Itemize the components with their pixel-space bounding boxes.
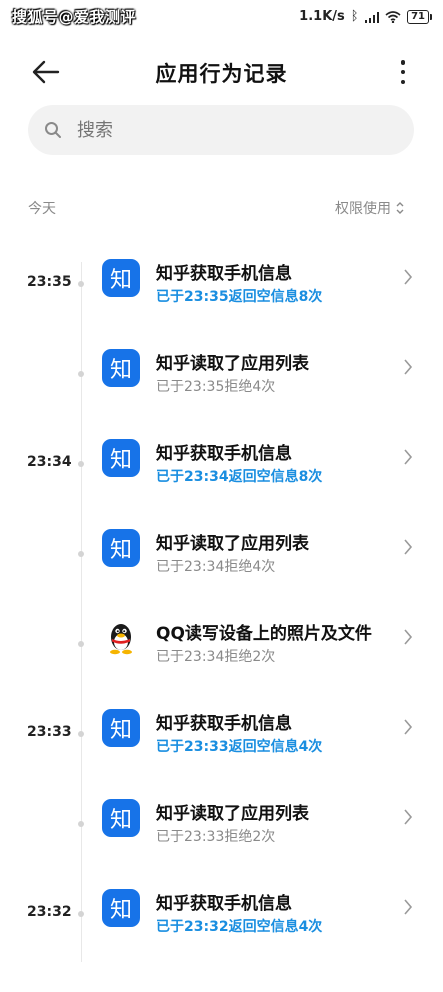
record-time: 23:32 — [27, 904, 72, 920]
record-time: 23:34 — [27, 454, 72, 470]
record-title: 知乎读取了应用列表 — [156, 354, 309, 374]
record-title: 知乎获取手机信息 — [156, 894, 292, 914]
record-time: 23:33 — [27, 724, 72, 740]
status-indicators: 1.1K/s ᛒ 71 — [299, 9, 432, 24]
zhihu-app-icon: 知 — [102, 799, 140, 837]
record-title: 知乎读取了应用列表 — [156, 804, 309, 824]
watermark: 搜狐号@爱我测评 — [12, 8, 137, 26]
section-date-label: 今天 — [28, 201, 56, 217]
chevron-right-icon — [404, 629, 413, 645]
zhihu-app-icon: 知 — [102, 709, 140, 747]
timeline-dot — [78, 281, 84, 287]
timeline-dot — [78, 731, 84, 737]
record-detail: 已于23:35返回空信息8次 — [156, 289, 323, 305]
record-title: 知乎获取手机信息 — [156, 444, 292, 464]
timeline-dot — [78, 551, 84, 557]
chevron-right-icon — [404, 809, 413, 825]
record-detail: 已于23:32返回空信息4次 — [156, 919, 323, 935]
timeline-dot — [78, 911, 84, 917]
page-title: 应用行为记录 — [155, 62, 288, 86]
timeline-dot — [78, 461, 84, 467]
zhihu-app-icon: 知 — [102, 889, 140, 927]
record-time: 23:35 — [27, 274, 72, 290]
signal-icon — [364, 11, 380, 23]
timeline-dot — [78, 821, 84, 827]
chevron-right-icon — [404, 269, 413, 285]
record-item[interactable]: 23:32 知 知乎获取手机信息 已于23:32返回空信息4次 — [0, 889, 443, 992]
sort-selector[interactable]: 权限使用 — [335, 198, 405, 218]
record-detail: 已于23:33返回空信息4次 — [156, 739, 323, 755]
battery-icon: 71 — [407, 9, 432, 24]
record-detail: 已于23:34返回空信息8次 — [156, 469, 323, 485]
chevron-right-icon — [404, 449, 413, 465]
chevron-right-icon — [404, 899, 413, 915]
zhihu-app-icon: 知 — [102, 259, 140, 297]
app-header: 应用行为记录 — [0, 40, 443, 104]
chevron-right-icon — [404, 359, 413, 375]
record-detail: 已于23:34拒绝2次 — [156, 649, 276, 665]
network-speed: 1.1K/s — [299, 9, 345, 24]
record-title: 知乎读取了应用列表 — [156, 534, 309, 554]
sort-label: 权限使用 — [335, 201, 391, 217]
sort-updown-icon — [396, 202, 404, 214]
zhihu-app-icon: 知 — [102, 349, 140, 387]
timeline-dot — [78, 371, 84, 377]
chevron-right-icon — [404, 539, 413, 555]
record-title: 知乎获取手机信息 — [156, 714, 292, 734]
search-bar[interactable] — [28, 105, 414, 155]
record-title: 知乎获取手机信息 — [156, 264, 292, 284]
more-options-icon[interactable] — [399, 60, 407, 84]
wifi-icon — [385, 10, 401, 23]
bluetooth-icon: ᛒ — [350, 9, 359, 24]
record-detail: 已于23:33拒绝2次 — [156, 829, 276, 845]
search-icon — [45, 122, 61, 138]
qq-penguin-icon — [102, 619, 140, 657]
zhihu-app-icon: 知 — [102, 439, 140, 477]
search-input[interactable] — [75, 118, 379, 142]
chevron-right-icon — [404, 719, 413, 735]
zhihu-app-icon: 知 — [102, 529, 140, 567]
record-detail: 已于23:35拒绝4次 — [156, 379, 276, 395]
record-title: QQ读写设备上的照片及文件 — [156, 624, 372, 644]
timeline-dot — [78, 641, 84, 647]
status-bar: 搜狐号@爱我测评 1.1K/s ᛒ 71 — [0, 0, 443, 36]
record-detail: 已于23:34拒绝4次 — [156, 559, 276, 575]
